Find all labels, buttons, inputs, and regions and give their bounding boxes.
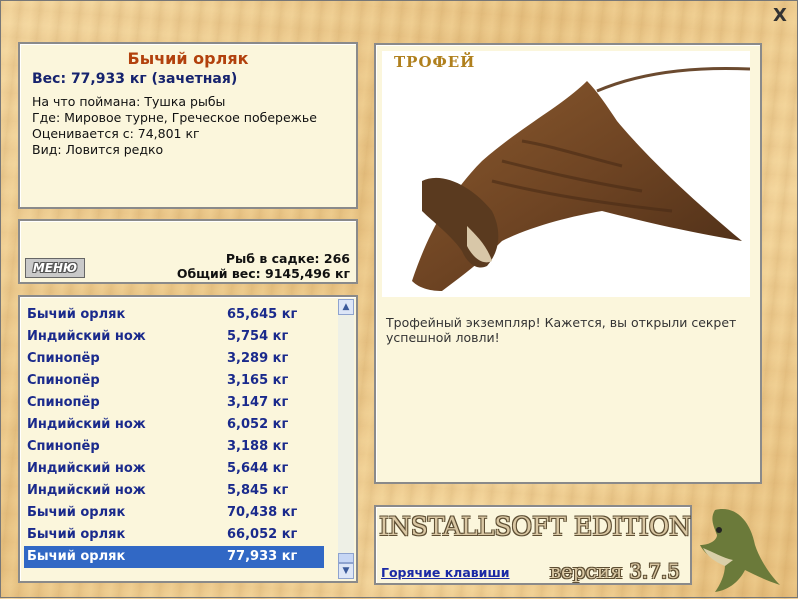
close-icon[interactable]: X (771, 7, 789, 25)
list-item[interactable]: Индийский нож 5,754 кг (24, 326, 324, 348)
status-panel: МЕНЮ Рыб в садке: 266 Общий вес: 9145,49… (18, 219, 358, 284)
trophy-title: ТРОФЕЙ (394, 53, 476, 71)
catch-list-panel: Бычий орляк 65,645 кг Индийский нож 5,754 к… (18, 295, 358, 583)
list-item-name: Бычий орляк (27, 549, 126, 564)
list-item-weight: 5,644 кг (227, 461, 289, 476)
list-item-weight: 5,754 кг (227, 329, 289, 344)
scroll-thumb[interactable] (338, 553, 354, 563)
list-item[interactable]: Спинопёр 3,188 кг (24, 436, 324, 458)
trophy-image (382, 51, 751, 297)
list-item-name: Спинопёр (27, 439, 100, 454)
list-item-weight: 5,845 кг (227, 483, 289, 498)
list-item-weight: 70,438 кг (227, 505, 298, 520)
list-item-weight: 77,933 кг (227, 549, 298, 564)
menu-button[interactable]: МЕНЮ (25, 258, 85, 278)
list-item[interactable]: Бычий орляк 77,933 кг (24, 546, 324, 568)
pike-icon (695, 500, 785, 595)
edition-logo: INSTALLSOFT EDITION (378, 512, 692, 541)
list-scrollbar[interactable]: ▲ ▼ (338, 299, 354, 579)
list-item-name: Бычий орляк (27, 505, 126, 520)
list-item[interactable]: Бычий орляк 65,645 кг (24, 304, 324, 326)
list-item[interactable]: Спинопёр 3,165 кг (24, 370, 324, 392)
list-item-weight: 3,188 кг (227, 439, 289, 454)
list-item-weight: 3,165 кг (227, 373, 289, 388)
catch-kind: Вид: Ловится редко (32, 142, 164, 157)
catch-list: Бычий орляк 65,645 кг Индийский нож 5,754 к… (22, 299, 340, 579)
eagle-ray-icon (412, 67, 751, 291)
catch-bait: На что поймана: Тушка рыбы (32, 94, 226, 109)
list-item[interactable]: Спинопёр 3,289 кг (24, 348, 324, 370)
list-item[interactable]: Бычий орляк 66,052 кг (24, 524, 324, 546)
list-item-name: Спинопёр (27, 373, 100, 388)
list-item-weight: 66,052 кг (227, 527, 298, 542)
catch-title: Бычий орляк (127, 49, 249, 68)
hotkeys-link[interactable]: Горячие клавиши (381, 565, 509, 580)
scroll-up-icon[interactable]: ▲ (338, 299, 354, 315)
list-item-weight: 3,289 кг (227, 351, 289, 366)
list-item-name: Индийский нож (27, 461, 146, 476)
catch-weight: Вес: 77,933 кг (зачетная) (32, 71, 238, 87)
list-item-name: Индийский нож (27, 417, 146, 432)
list-item-name: Бычий орляк (27, 527, 126, 542)
version-label: версия 3.7.5 (549, 559, 680, 583)
list-item[interactable]: Бычий орляк 70,438 кг (24, 502, 324, 524)
list-item-weight: 65,645 кг (227, 307, 298, 322)
scroll-down-icon[interactable]: ▼ (338, 563, 354, 579)
catch-info-panel: Бычий орляк Вес: 77,933 кг (зачетная) На… (18, 42, 358, 209)
list-item-weight: 3,147 кг (227, 395, 289, 410)
catch-location: Где: Мировое турне, Греческое побережье (32, 110, 317, 125)
list-item-weight: 6,052 кг (227, 417, 289, 432)
list-item[interactable]: Индийский нож 6,052 кг (24, 414, 324, 436)
fish-count: Рыб в садке: 266 (225, 251, 350, 266)
list-item-name: Бычий орляк (27, 307, 126, 322)
list-item-name: Спинопёр (27, 395, 100, 410)
brand-panel: INSTALLSOFT EDITION Горячие клавиши верс… (374, 505, 692, 585)
list-item-name: Спинопёр (27, 351, 100, 366)
list-item[interactable]: Индийский нож 5,845 кг (24, 480, 324, 502)
list-item[interactable]: Индийский нож 5,644 кг (24, 458, 324, 480)
total-weight: Общий вес: 9145,496 кг (176, 266, 350, 281)
list-item-name: Индийский нож (27, 483, 146, 498)
trophy-description: Трофейный экземпляр! Кажется, вы открыли… (386, 315, 737, 345)
catch-value: Оценивается с: 74,801 кг (32, 126, 200, 141)
list-item-name: Индийский нож (27, 329, 146, 344)
trophy-panel: ТРОФЕЙ Трофейный экземпляр! Кажется, вы … (374, 43, 762, 484)
list-item[interactable]: Спинопёр 3,147 кг (24, 392, 324, 414)
